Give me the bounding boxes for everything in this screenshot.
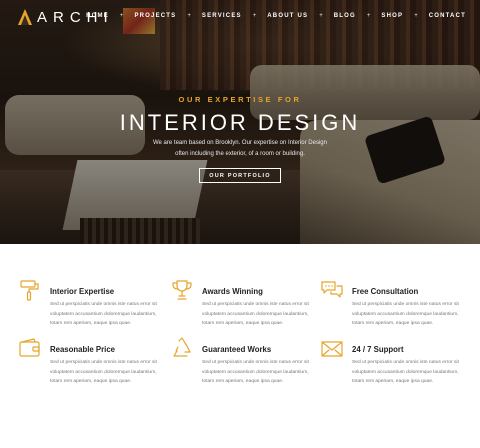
hero-title: INTERIOR DESIGN xyxy=(119,110,361,135)
feature-description: Sed ut perspiciatis unde omnis iste natu… xyxy=(352,358,480,387)
feature-description-line: Sed ut perspiciatis unde omnis iste natu… xyxy=(202,360,309,365)
nav-item-projects[interactable]: PROJECTS xyxy=(134,13,176,19)
main-navigation: HOME + PROJECTS + SERVICES + ABOUT US + … xyxy=(86,13,466,19)
nav-item-about-us[interactable]: ABOUT US xyxy=(267,13,308,19)
nav-item-shop[interactable]: SHOP xyxy=(381,13,403,19)
feature-interior-expertise: Interior Expertise Sed ut perspiciatis u… xyxy=(18,278,168,328)
feature-description: Sed ut perspiciatis unde omnis iste natu… xyxy=(50,358,182,387)
envelope-icon xyxy=(321,341,343,357)
wallet-icon xyxy=(19,338,40,357)
nav-separator: + xyxy=(366,13,371,19)
feature-free-consultation: Free Consultation Sed ut perspiciatis un… xyxy=(320,278,470,328)
nav-item-services[interactable]: SERVICES xyxy=(202,13,242,19)
feature-description-line: voluptatem accusantium doloremque laudan… xyxy=(352,311,459,317)
hero-description-line: We are team based on Brooklyn. Our exper… xyxy=(153,140,327,146)
nav-item-contact[interactable]: CONTACT xyxy=(429,13,466,19)
feature-title: Guaranteed Works xyxy=(202,345,272,354)
feature-description: Sed ut perspiciatis unde omnis iste natu… xyxy=(202,358,334,387)
logo-mark-icon xyxy=(18,9,32,25)
nav-separator: + xyxy=(414,13,418,19)
feature-description-line: voluptatem accusantium doloremque laudan… xyxy=(202,369,309,375)
feature-description-line: totam rem aperiam, eaque ipsa quae. xyxy=(352,379,434,385)
nav-item-blog[interactable]: BLOG xyxy=(334,13,356,19)
feature-title: Reasonable Price xyxy=(50,345,116,354)
nav-separator: + xyxy=(252,13,257,19)
feature-description-line: totam rem aperiam, eaque ipsa quae. xyxy=(50,321,132,327)
recycle-icon xyxy=(173,337,191,357)
feature-24-7-support: 24 / 7 Support Sed ut perspiciatis unde … xyxy=(320,336,470,386)
feature-title: Interior Expertise xyxy=(50,287,115,296)
feature-description-line: Sed ut perspiciatis unde omnis iste natu… xyxy=(202,302,309,307)
feature-description-line: Sed ut perspiciatis unde omnis iste natu… xyxy=(50,302,157,307)
feature-title: Awards Winning xyxy=(202,287,263,296)
hero-description-line: often including the exterior, of a room … xyxy=(175,151,305,157)
feature-description-line: totam rem aperiam, eaque ipsa quae. xyxy=(352,321,434,327)
paint-roller-icon xyxy=(20,280,39,301)
feature-description-line: totam rem aperiam, eaque ipsa quae. xyxy=(50,379,132,385)
chat-bubbles-icon xyxy=(321,281,343,298)
feature-description-line: voluptatem accusantium doloremque laudan… xyxy=(352,369,459,375)
our-portfolio-button[interactable]: OUR PORTFOLIO xyxy=(199,168,281,183)
feature-description-line: Sed ut perspiciatis unde omnis iste natu… xyxy=(50,360,157,365)
feature-description-line: totam rem aperiam, eaque ipsa quae. xyxy=(202,379,284,385)
hero-subtitle: OUR EXPERTISE FOR xyxy=(178,95,302,104)
nav-item-home[interactable]: HOME xyxy=(86,13,109,19)
trophy-icon xyxy=(172,280,192,300)
hero-description: We are team based on Brooklyn. Our exper… xyxy=(140,138,340,160)
feature-description-line: Sed ut perspiciatis unde omnis iste natu… xyxy=(352,360,459,365)
feature-description-line: voluptatem accusantium doloremque laudan… xyxy=(202,311,309,317)
feature-reasonable-price: Reasonable Price Sed ut perspiciatis und… xyxy=(18,336,168,386)
hero-banner: ARCHI HOME + PROJECTS + SERVICES + ABOUT… xyxy=(0,0,480,244)
feature-description: Sed ut perspiciatis unde omnis iste natu… xyxy=(352,300,480,329)
feature-awards-winning: Awards Winning Sed ut perspiciatis unde … xyxy=(170,278,320,328)
feature-description-line: totam rem aperiam, eaque ipsa quae. xyxy=(202,321,284,327)
feature-guaranteed-works: Guaranteed Works Sed ut perspiciatis und… xyxy=(170,336,320,386)
feature-description: Sed ut perspiciatis unde omnis iste natu… xyxy=(202,300,334,329)
feature-description-line: voluptatem accusantium doloremque laudan… xyxy=(50,369,157,375)
feature-description: Sed ut perspiciatis unde omnis iste natu… xyxy=(50,300,182,329)
feature-title: 24 / 7 Support xyxy=(352,345,404,354)
nav-separator: + xyxy=(187,13,191,19)
feature-title: Free Consultation xyxy=(352,287,419,296)
nav-separator: + xyxy=(119,13,124,19)
nav-separator: + xyxy=(319,13,323,19)
feature-description-line: Sed ut perspiciatis unde omnis iste natu… xyxy=(352,302,459,307)
feature-description-line: voluptatem accusantium doloremque laudan… xyxy=(50,311,157,317)
